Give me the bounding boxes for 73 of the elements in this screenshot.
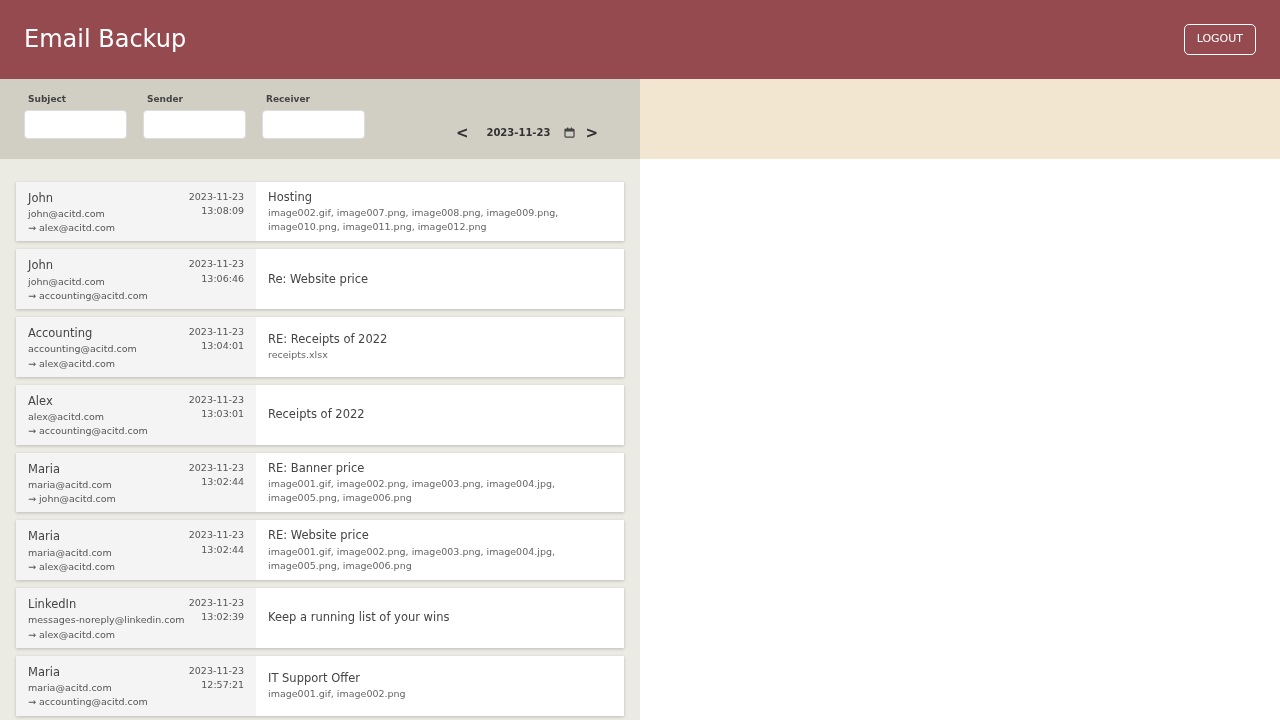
email-time: 13:02:39 [200, 610, 244, 625]
email-date: 2023-11-23 [188, 528, 244, 543]
sender-name: John [28, 189, 54, 207]
email-date: 2023-11-23 [188, 189, 244, 204]
email-subject: RE: Banner price [268, 459, 366, 477]
filter-label: Subject [28, 93, 68, 106]
email-card[interactable]: Accounting accounting@acitd.com → alex@acitd.com 2023-11-23 13:04:01 RE: Receipts of 2022 receipts.xlsx [16, 317, 624, 377]
sender-email: accounting@acitd.com [28, 342, 137, 357]
filter-input[interactable] [143, 109, 246, 139]
attachment-list: image001.gif, image002.png, image003.png, image004.jpg, image005.png, image006.png [268, 476, 612, 506]
calendar-icon[interactable] [564, 127, 576, 139]
email-subject: RE: Website price [268, 527, 370, 545]
attachment-list: image001.gif, image002.png, image003.png, image004.jpg, image005.png, image006.png [268, 544, 612, 574]
email-date: 2023-11-23 [188, 392, 244, 407]
logout-button[interactable]: LOGOUT [1183, 24, 1256, 55]
email-time: 13:02:44 [200, 542, 244, 557]
filter-input[interactable] [262, 109, 365, 139]
email-card[interactable]: Maria maria@acitd.com → accounting@acitd.com 2023-11-23 12:57:21 IT Support Offer image001.gif, image002.png [16, 655, 624, 716]
email-time: 13:06:46 [200, 271, 244, 286]
sender-email: maria@acitd.com [28, 545, 113, 560]
email-subject: RE: Receipts of 2022 [268, 331, 389, 349]
attachment-list: image001.gif, image002.png [268, 687, 612, 702]
sender-name: LinkedIn [28, 596, 78, 614]
app-title: Email Backup [24, 25, 187, 54]
email-card[interactable]: Maria maria@acitd.com → john@acitd.com 2023-11-23 13:02:44 RE: Banner price image001.gif, image002.png, image003.png, image004.jpg, image005.png, image006.png [16, 452, 624, 513]
sender-email: maria@acitd.com [28, 681, 113, 696]
email-subject: Hosting [268, 188, 313, 206]
sender-name: Alex [28, 392, 54, 410]
recipient-email: → accounting@acitd.com [28, 288, 148, 303]
email-time: 12:57:21 [200, 678, 244, 693]
sender-email: maria@acitd.com [28, 477, 113, 492]
recipient-email: → accounting@acitd.com [28, 695, 148, 710]
sender-email: john@acitd.com [28, 206, 106, 221]
sender-name: Accounting [28, 325, 94, 343]
recipient-email: → alex@acitd.com [28, 221, 115, 236]
sender-name: John [28, 257, 54, 275]
email-time: 13:04:01 [200, 339, 244, 354]
sender-name: Maria [28, 663, 61, 681]
previous-day-button[interactable]: < [451, 121, 473, 145]
recipient-email: → accounting@acitd.com [28, 424, 148, 439]
email-time: 13:03:01 [200, 407, 244, 422]
sender-email: john@acitd.com [28, 274, 106, 289]
filter-label: Receiver [266, 93, 311, 106]
email-subject: Re: Website price [268, 270, 370, 288]
sender-email: alex@acitd.com [28, 410, 105, 425]
email-date: 2023-11-23 [188, 596, 244, 611]
filter-label: Sender [147, 93, 184, 106]
recipient-email: → john@acitd.com [28, 492, 116, 507]
email-card[interactable]: John john@acitd.com → alex@acitd.com 2023-11-23 13:08:09 Hosting image002.gif, image007.png, image008.png, image009.png, image010.png, image011.png, image012.png [16, 181, 624, 242]
email-card[interactable]: LinkedIn messages-noreply@linkedin.com → alex@acitd.com 2023-11-23 13:02:39 Keep a running list of your wins [16, 588, 624, 648]
email-card[interactable]: Maria maria@acitd.com → alex@acitd.com 2023-11-23 13:02:44 RE: Website price image001.gif, image002.png, image003.png, image004.jpg, image005.png, image006.png [16, 520, 624, 581]
filter-input[interactable] [24, 109, 127, 139]
email-subject: Receipts of 2022 [268, 406, 366, 424]
attachment-list: receipts.xlsx [268, 348, 612, 363]
email-time: 13:08:09 [200, 203, 244, 218]
attachment-list: image002.gif, image007.png, image008.png, image009.png, image010.png, image011.png, image012.png [268, 205, 612, 235]
next-day-button[interactable]: > [581, 121, 602, 145]
sender-name: Maria [28, 528, 61, 546]
recipient-email: → alex@acitd.com [28, 559, 115, 574]
sender-name: Maria [28, 460, 61, 478]
email-subject: Keep a running list of your wins [268, 609, 451, 627]
email-date: 2023-11-23 [188, 663, 244, 678]
email-time: 13:02:44 [200, 474, 244, 489]
email-date: 2023-11-23 [188, 257, 244, 272]
email-card[interactable]: Alex alex@acitd.com → accounting@acitd.com 2023-11-23 13:03:01 Receipts of 2022 [16, 384, 624, 445]
sender-email: messages-noreply@linkedin.com [28, 613, 185, 628]
email-subject: IT Support Offer [268, 669, 361, 687]
email-card[interactable]: John john@acitd.com → accounting@acitd.com 2023-11-23 13:06:46 Re: Website price [16, 249, 624, 310]
email-date: 2023-11-23 [188, 325, 244, 340]
recipient-email: → alex@acitd.com [28, 356, 116, 371]
email-date: 2023-11-23 [188, 460, 244, 475]
date-text: 2023-11-23 [486, 126, 551, 141]
recipient-email: → alex@acitd.com [28, 627, 116, 642]
